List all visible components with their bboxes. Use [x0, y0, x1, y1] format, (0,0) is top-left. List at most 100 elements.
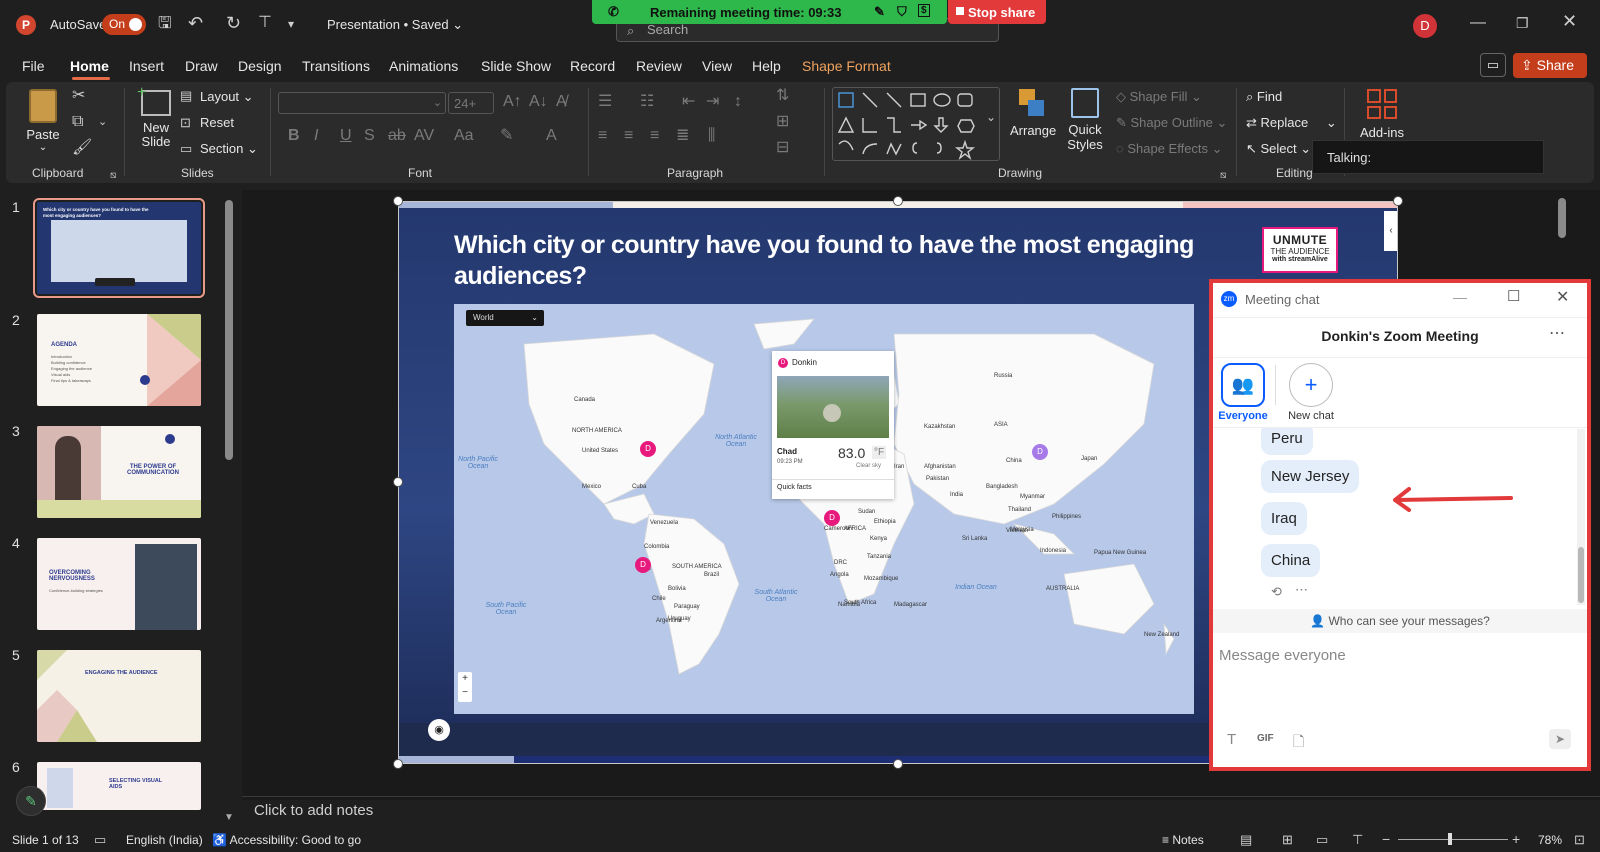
resize-handle[interactable]	[393, 759, 403, 769]
zoom-level[interactable]: 78%	[1538, 833, 1562, 847]
font-family-select[interactable]: ⌄	[278, 92, 446, 114]
copy-dropdown-icon[interactable]: ⌄	[98, 114, 107, 130]
share-button[interactable]: ⇪ Share ⌄	[1513, 53, 1587, 90]
add-ins-button[interactable]: Add-ins	[1352, 87, 1412, 140]
chat-message[interactable]: New Jersey	[1261, 460, 1360, 493]
new-slide-button[interactable]: + New Slide	[132, 84, 180, 163]
align-right-icon[interactable]: ≡	[650, 128, 659, 144]
menu-review[interactable]: Review	[636, 58, 682, 74]
message-visibility-info[interactable]: 👤 Who can see your messages?	[1213, 609, 1587, 633]
message-input[interactable]: Message everyone	[1219, 647, 1346, 664]
menu-file[interactable]: File	[22, 58, 45, 74]
message-more-icon[interactable]: ⋯	[1295, 582, 1308, 598]
slideshow-icon[interactable]: ⊤	[1352, 832, 1363, 848]
align-center-icon[interactable]: ≡	[624, 128, 633, 144]
scroll-down-icon[interactable]: ▼	[224, 810, 234, 826]
map-region-select[interactable]: World ⌄	[466, 310, 544, 326]
columns-icon[interactable]: ⫼	[708, 128, 715, 144]
notes-button[interactable]: ≡ Notes	[1162, 833, 1204, 847]
audio-button[interactable]: ◉	[428, 719, 450, 741]
grow-font-icon[interactable]: A↑	[503, 94, 522, 110]
cut-icon[interactable]: ✂	[72, 88, 85, 104]
file-icon[interactable]: 🗋	[1293, 731, 1304, 755]
shape-outline-button[interactable]: ✎ Shape Outline ⌄	[1116, 115, 1227, 131]
fit-slide-icon[interactable]: ⊡	[1574, 832, 1585, 848]
menu-insert[interactable]: Insert	[129, 58, 164, 74]
menu-home[interactable]: Home	[70, 58, 109, 74]
resize-handle[interactable]	[893, 759, 903, 769]
maximize-icon[interactable]: ☐	[1507, 287, 1520, 305]
minimize-icon[interactable]: —	[1470, 15, 1486, 31]
spell-check-icon[interactable]: ▭	[94, 832, 106, 848]
shape-effects-button[interactable]: ◌ Shape Effects ⌄	[1116, 141, 1223, 157]
thumbnails-scrollbar[interactable]	[225, 190, 235, 790]
reset-button[interactable]: Reset	[200, 115, 234, 130]
copy-icon[interactable]: ⧉	[72, 114, 83, 130]
change-case-icon[interactable]: Aa	[454, 128, 474, 144]
underline-icon[interactable]: U	[340, 128, 352, 144]
reply-icon[interactable]: ⟲	[1271, 584, 1282, 600]
numbering-icon[interactable]: ☷	[640, 94, 654, 110]
zoom-slider[interactable]	[1398, 833, 1508, 845]
gif-button[interactable]: GIF	[1257, 733, 1274, 744]
slide-thumbnail-6[interactable]: SELECTING VISUAL AIDS	[37, 762, 201, 810]
align-text-icon[interactable]: ⊞	[776, 114, 789, 130]
font-color-icon[interactable]: A	[546, 128, 557, 144]
layout-button[interactable]: Layout ⌄	[200, 89, 254, 105]
font-size-select[interactable]: 24+	[448, 92, 494, 114]
map-pin[interactable]: D	[635, 557, 651, 573]
zoom-out-icon[interactable]: −	[1382, 831, 1390, 847]
text-direction-icon[interactable]: ⇅	[776, 88, 789, 104]
menu-draw[interactable]: Draw	[185, 58, 218, 74]
restore-icon[interactable]: ❐	[1516, 15, 1529, 31]
slide-thumbnail-5[interactable]: ENGAGING THE AUDIENCE	[37, 650, 201, 742]
slide-thumbnail-4[interactable]: OVERCOMING NERVOUSNESS Confidence-buildi…	[37, 538, 201, 630]
increase-indent-icon[interactable]: ⇥	[706, 94, 719, 110]
bullets-icon[interactable]: ☰	[598, 94, 612, 110]
smartart-icon[interactable]: ⊟	[776, 140, 789, 156]
language-status[interactable]: English (India)	[126, 833, 203, 847]
paste-button[interactable]: Paste ⌄	[24, 87, 62, 157]
stop-share-button[interactable]: Stop share	[948, 0, 1046, 24]
line-spacing-icon[interactable]: ↕	[734, 94, 742, 110]
accessibility-status[interactable]: ♿ Accessibility: Good to go	[212, 833, 361, 847]
autosave-toggle[interactable]: On	[102, 14, 146, 35]
collapse-panel-button[interactable]: ‹	[1384, 211, 1398, 251]
zoom-in-icon[interactable]: +	[1512, 831, 1520, 847]
customize-qat-icon[interactable]: ▾	[288, 16, 294, 32]
minimize-icon[interactable]: —	[1453, 289, 1467, 305]
comments-button[interactable]: ▭	[1480, 53, 1506, 77]
user-avatar[interactable]: D	[1413, 14, 1437, 38]
shadow-icon[interactable]: S	[364, 128, 375, 144]
everyone-chat-tab[interactable]: 👥 Everyone	[1215, 363, 1271, 422]
clipboard-launcher-icon[interactable]: ⧅	[110, 168, 116, 184]
clear-format-icon[interactable]: A̸	[556, 94, 567, 110]
menu-record[interactable]: Record	[570, 58, 615, 74]
quick-styles-button[interactable]: Quick Styles	[1060, 87, 1110, 152]
decrease-indent-icon[interactable]: ⇤	[682, 94, 695, 110]
normal-view-icon[interactable]: ▤	[1240, 832, 1252, 848]
close-icon[interactable]: ✕	[1562, 12, 1577, 30]
world-map[interactable]: World ⌄ + − Canada NORTH AMERICA United Stat…	[454, 304, 1194, 714]
resize-handle[interactable]	[393, 196, 403, 206]
pen-tool-button[interactable]: ✎	[16, 786, 46, 816]
slide-sorter-icon[interactable]: ⊞	[1282, 832, 1293, 848]
new-chat-button[interactable]: + New chat	[1283, 363, 1339, 422]
resize-handle[interactable]	[893, 196, 903, 206]
menu-transitions[interactable]: Transitions	[302, 58, 370, 74]
arrange-button[interactable]: Arrange	[1010, 87, 1056, 138]
italic-icon[interactable]: I	[314, 128, 318, 144]
map-pin[interactable]: D	[640, 441, 656, 457]
slide-title[interactable]: Which city or country have you found to …	[454, 230, 1194, 292]
close-icon[interactable]: ✕	[1556, 287, 1569, 307]
chat-scrollbar[interactable]	[1577, 429, 1585, 605]
bold-icon[interactable]: B	[288, 128, 300, 144]
section-button[interactable]: Section ⌄	[200, 141, 258, 157]
menu-design[interactable]: Design	[238, 58, 282, 74]
map-zoom-controls[interactable]: + −	[458, 672, 472, 702]
menu-shape-format[interactable]: Shape Format	[802, 58, 891, 74]
reading-view-icon[interactable]: ▭	[1316, 832, 1328, 848]
slide-thumbnail-2[interactable]: AGENDA Introduction Building confidence …	[37, 314, 201, 406]
notes-placeholder[interactable]: Click to add notes	[254, 802, 373, 819]
redo-icon[interactable]: ↻	[226, 14, 241, 32]
